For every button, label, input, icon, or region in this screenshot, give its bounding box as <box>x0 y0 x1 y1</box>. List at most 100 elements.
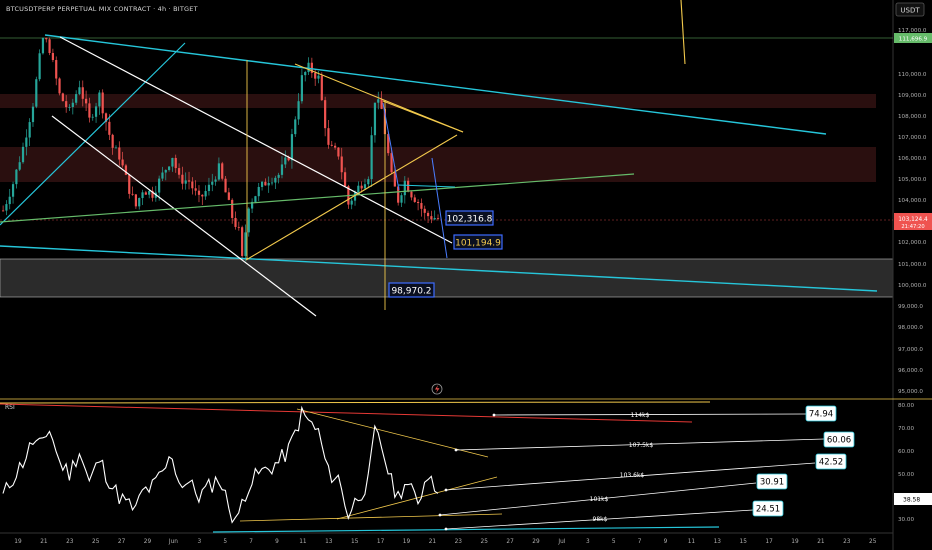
annotation-101194[interactable]: 101,194.9 <box>453 234 503 250</box>
candle-body <box>417 201 420 204</box>
rsi-level-text: 101k$ <box>590 496 609 503</box>
flash-icon[interactable] <box>431 383 443 395</box>
candle-body <box>264 181 267 186</box>
time-tick-label: 7 <box>638 539 642 545</box>
rsi-level-value: 30.91 <box>760 478 784 488</box>
candle-body <box>161 172 164 179</box>
candle-body <box>314 72 317 79</box>
candle-body <box>144 192 147 195</box>
time-tick-label: 25 <box>92 539 100 545</box>
candle-body <box>334 145 337 148</box>
candle-body <box>330 144 333 146</box>
candle-body <box>317 75 320 79</box>
candle-body <box>181 174 184 184</box>
candle-body <box>191 181 194 189</box>
candle-body <box>373 102 377 136</box>
candle-body <box>267 182 270 186</box>
rsi-level-text: 114k$ <box>631 412 650 419</box>
time-tick-label: 11 <box>688 539 696 545</box>
rsi-tick-label: 60.00 <box>898 449 914 455</box>
time-tick-label: 19 <box>791 539 799 545</box>
candle-body <box>65 101 68 108</box>
candle-body <box>231 199 234 218</box>
time-tick-label: 27 <box>506 539 514 545</box>
time-tick-label: 7 <box>249 539 253 545</box>
time-tick-label: 29 <box>532 539 540 545</box>
candle-body <box>118 147 121 160</box>
candle-body <box>35 79 38 107</box>
time-tick-label: 17 <box>377 539 385 545</box>
annotation-text: 98,970.2 <box>391 287 431 297</box>
time-tick-label: 29 <box>144 539 152 545</box>
candle-body <box>340 156 343 173</box>
candle-body <box>201 194 204 197</box>
candle-body <box>207 184 211 192</box>
price-tick-label: 107,000.0 <box>898 135 927 141</box>
annotation-98970[interactable]: 98,970.2 <box>388 282 435 298</box>
currency-button[interactable]: USDT <box>895 2 925 17</box>
time-tick-label: 21 <box>817 539 825 545</box>
candle-body <box>138 198 141 207</box>
candle-body <box>45 37 48 40</box>
candle-body <box>25 137 28 147</box>
candle-body <box>204 191 207 197</box>
candle-body <box>254 196 257 202</box>
candle-body <box>294 119 297 135</box>
candle-body <box>61 93 64 102</box>
rsi-level-value: 24.51 <box>756 505 780 515</box>
price-axis[interactable]: 117,000.0111,696.9110,000.0109,000.0108,… <box>894 28 932 395</box>
candle-body <box>430 216 433 220</box>
candle-body <box>260 181 264 187</box>
candle-body <box>108 121 111 135</box>
candle-body <box>300 75 303 102</box>
time-tick-label: 25 <box>481 539 489 545</box>
rsi-level-dot <box>444 527 448 531</box>
trading-chart[interactable]: 102,316.8 101,194.9 98,970.2 114k$ 74.941… <box>0 0 932 550</box>
rsi-level-value: 42.52 <box>819 458 843 468</box>
yellow-stub <box>680 0 686 65</box>
candle-body <box>337 147 340 157</box>
candle-body <box>94 106 98 117</box>
candle-body <box>403 180 406 196</box>
rsi-level-dot <box>438 513 442 517</box>
candle-body <box>343 172 347 187</box>
rsi-axis[interactable]: 80.0070.0060.0050.0040.0030.0038.58 <box>894 403 932 523</box>
candle-body <box>51 53 54 61</box>
price-tick-label: 102,000.0 <box>898 240 927 246</box>
candle-body <box>247 208 250 233</box>
candle-body <box>436 218 440 219</box>
time-tick-label: 19 <box>403 539 411 545</box>
rsi-line <box>2 405 439 524</box>
price-tick-label: 95,000.0 <box>898 389 923 395</box>
rsi-level-dot <box>492 413 496 417</box>
candle-body <box>48 39 51 54</box>
candle-body <box>21 146 25 163</box>
candle-body <box>280 164 284 175</box>
candle-body <box>31 106 35 123</box>
time-tick-label: 17 <box>765 539 773 545</box>
candle-body <box>88 103 91 118</box>
candle-body <box>194 188 197 191</box>
candle-body <box>38 53 41 80</box>
time-tick-label: Jun <box>168 539 178 545</box>
time-tick-label: 15 <box>351 539 359 545</box>
candle-body <box>28 122 31 138</box>
candle-body <box>284 157 287 165</box>
time-axis[interactable]: 19 21 23 25 27 29 Jun 3 5 7 9 11 13 15 17 19 21 23 25 27 29 J… <box>14 539 876 545</box>
candle-body <box>71 102 74 108</box>
candle-body <box>224 178 227 193</box>
currency-button-label: USDT <box>900 7 920 15</box>
candle-body <box>81 87 84 99</box>
candle-body <box>121 159 124 166</box>
candle-body <box>171 157 174 167</box>
candle-body <box>423 208 426 213</box>
candle-body <box>8 196 11 205</box>
candle-body <box>241 227 244 256</box>
candle-body <box>211 181 214 185</box>
last-price-label: 103,124.4 <box>898 217 928 223</box>
candle-body <box>5 204 8 211</box>
price-tick-label: 104,000.0 <box>898 198 927 204</box>
annotation-102316[interactable]: 102,316.8 <box>445 210 494 226</box>
price-tick-label: 101,000.0 <box>898 262 927 268</box>
candle-body <box>217 163 220 180</box>
